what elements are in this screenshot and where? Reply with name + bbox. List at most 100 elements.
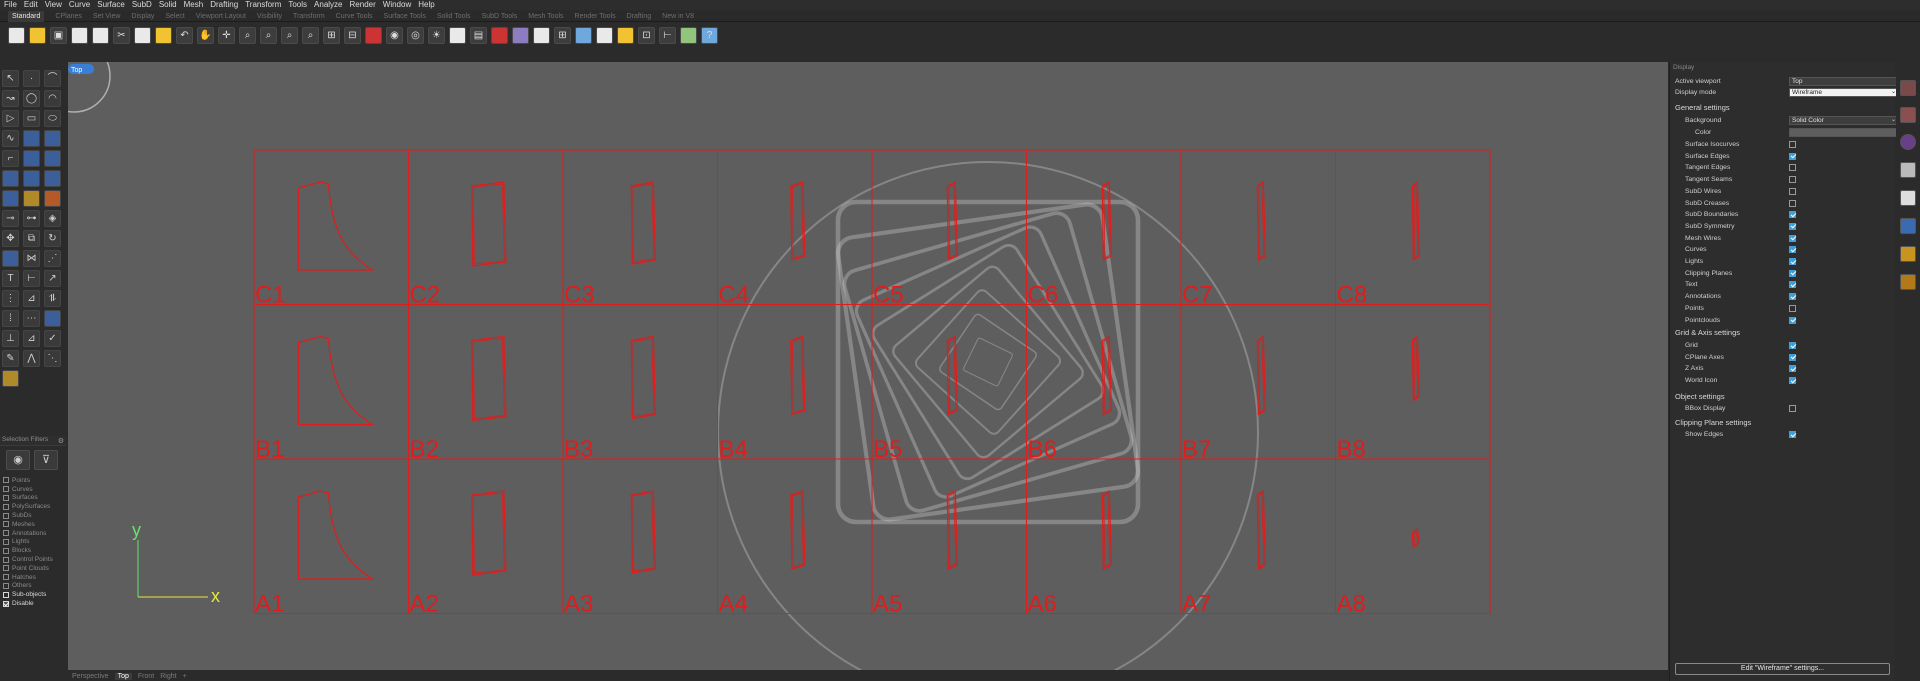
render-sphere-icon[interactable] xyxy=(575,26,592,44)
setting-checkbox[interactable] xyxy=(1789,258,1796,265)
profile-curve-a2[interactable] xyxy=(471,490,507,576)
lightbulb-icon[interactable]: ☀ xyxy=(428,26,445,44)
filter-checkbox[interactable] xyxy=(3,565,9,572)
menu-file[interactable]: File xyxy=(4,0,17,10)
render-panel-icon[interactable] xyxy=(1900,162,1916,178)
profile-curve-b2[interactable] xyxy=(471,335,507,422)
tab-viewport-layout[interactable]: Viewport Layout xyxy=(196,11,246,22)
tools-panel-icon[interactable] xyxy=(1900,246,1916,262)
open-file-icon[interactable] xyxy=(29,26,46,44)
filter-points[interactable]: Points xyxy=(0,476,66,485)
tab-visibility[interactable]: Visibility xyxy=(257,11,282,22)
polygon-icon[interactable]: ▷ xyxy=(2,110,19,127)
setting-checkbox[interactable] xyxy=(1789,141,1796,148)
setting-checkbox[interactable] xyxy=(1789,281,1796,289)
setting-checkbox[interactable] xyxy=(1789,234,1796,242)
pan-hand-icon[interactable]: ✋ xyxy=(197,26,214,44)
filter-checkbox[interactable] xyxy=(3,486,9,493)
points-grid-icon[interactable]: ⁞ xyxy=(2,310,19,327)
filter-subds[interactable]: SubDs xyxy=(0,511,66,520)
filter-checkbox[interactable] xyxy=(3,512,9,519)
active-viewport-field[interactable]: Top xyxy=(1789,77,1898,86)
rotate-tool-icon[interactable]: ↻ xyxy=(44,230,61,247)
profile-curve-c1[interactable] xyxy=(297,181,375,271)
sphere-solid-icon[interactable] xyxy=(23,170,40,187)
setting-checkbox[interactable] xyxy=(1789,176,1796,184)
save-icon[interactable]: ▣ xyxy=(50,26,67,44)
grid-array-icon[interactable]: ⋮ xyxy=(2,290,19,307)
rectangle-icon[interactable]: ▭ xyxy=(23,110,40,127)
filter-polysurfaces[interactable]: PolySurfaces xyxy=(0,502,66,511)
trim-icon[interactable]: ⊸ xyxy=(2,210,19,227)
tab-subd-tools[interactable]: SubD Tools xyxy=(482,11,518,22)
mirror-icon[interactable]: ⋈ xyxy=(23,250,40,267)
globe-icon[interactable] xyxy=(680,26,697,44)
add-viewport-tab[interactable]: + xyxy=(183,673,187,680)
scale-icon[interactable] xyxy=(2,250,19,267)
setting-checkbox[interactable] xyxy=(1789,316,1796,324)
filter-checkbox[interactable] xyxy=(3,530,9,537)
new-file-icon[interactable] xyxy=(8,26,25,44)
setting-checkbox[interactable] xyxy=(1789,187,1796,195)
split-icon[interactable]: ⊶ xyxy=(23,210,40,227)
tab-surface-tools[interactable]: Surface Tools xyxy=(384,11,426,22)
menu-analyze[interactable]: Analyze xyxy=(314,0,342,10)
box-solid-icon[interactable] xyxy=(2,170,19,187)
filter-checkbox[interactable] xyxy=(3,600,9,607)
arc-icon[interactable]: ◠ xyxy=(44,90,61,107)
sun-icon[interactable] xyxy=(617,26,634,44)
car-render-icon[interactable] xyxy=(365,26,382,44)
surface-tool-icon[interactable] xyxy=(23,130,40,147)
loft-icon[interactable] xyxy=(23,150,40,167)
block-icon[interactable] xyxy=(2,370,19,387)
curve-point-icon[interactable]: ↝ xyxy=(2,90,19,107)
leader-icon[interactable]: ↗ xyxy=(44,270,61,287)
profile-curve-a1[interactable] xyxy=(297,490,375,580)
explode-icon[interactable] xyxy=(23,190,40,207)
filter-lights[interactable]: Lights xyxy=(0,538,66,547)
gear-icon[interactable]: ⚙ xyxy=(58,437,64,445)
print-icon[interactable] xyxy=(71,26,88,44)
point-tool-icon[interactable]: · xyxy=(23,70,40,87)
menu-solid[interactable]: Solid xyxy=(159,0,177,10)
help-icon[interactable]: ? xyxy=(701,26,718,44)
dimension-icon[interactable]: ⊢ xyxy=(659,26,676,44)
filter-checkbox[interactable] xyxy=(3,494,9,501)
setting-checkbox[interactable] xyxy=(1789,164,1796,172)
setting-checkbox[interactable] xyxy=(1789,199,1796,207)
tab-standard[interactable]: Standard xyxy=(8,10,45,22)
setting-checkbox[interactable] xyxy=(1789,304,1796,312)
filter-annotations[interactable]: Annotations xyxy=(0,529,66,538)
menu-surface[interactable]: Surface xyxy=(97,0,125,10)
setting-checkbox[interactable] xyxy=(1789,405,1796,412)
filter-eye-icon[interactable]: ◉ xyxy=(6,450,30,470)
menu-view[interactable]: View xyxy=(45,0,62,10)
zoom-extents-icon[interactable]: ⌕ xyxy=(281,26,298,44)
cylinder-solid-icon[interactable] xyxy=(44,170,61,187)
named-views-icon[interactable]: ⊡ xyxy=(638,26,655,44)
sweep-icon[interactable] xyxy=(44,130,61,147)
tab-transform[interactable]: Transform xyxy=(293,11,325,22)
check-icon[interactable]: ✓ xyxy=(44,330,61,347)
menu-drafting[interactable]: Drafting xyxy=(210,0,238,10)
filter-point-clouds[interactable]: Point Clouds xyxy=(0,564,66,573)
menu-edit[interactable]: Edit xyxy=(24,0,38,10)
filter-checkbox[interactable] xyxy=(3,547,9,554)
display-mode-select[interactable]: Wireframe ⌄ xyxy=(1789,88,1898,97)
setting-checkbox[interactable] xyxy=(1789,211,1796,219)
zoom-icon[interactable]: ⌕ xyxy=(239,26,256,44)
tab-solid-tools[interactable]: Solid Tools xyxy=(437,11,471,22)
filter-blocks[interactable]: Blocks xyxy=(0,546,66,555)
setting-checkbox[interactable] xyxy=(1789,293,1796,301)
setting-checkbox[interactable] xyxy=(1789,431,1796,438)
control-points-icon[interactable]: ⋯ xyxy=(23,310,40,327)
display-panel-icon[interactable] xyxy=(1900,134,1916,150)
menu-render[interactable]: Render xyxy=(350,0,376,10)
filter-curves[interactable]: Curves xyxy=(0,485,66,494)
mesh-icon[interactable] xyxy=(2,190,19,207)
undo-icon[interactable]: ↶ xyxy=(176,26,193,44)
color-swatch[interactable] xyxy=(1789,128,1898,137)
tab-set-view[interactable]: Set View xyxy=(93,11,121,22)
notes-panel-icon[interactable] xyxy=(1900,190,1916,206)
shade-icon[interactable] xyxy=(533,26,550,44)
